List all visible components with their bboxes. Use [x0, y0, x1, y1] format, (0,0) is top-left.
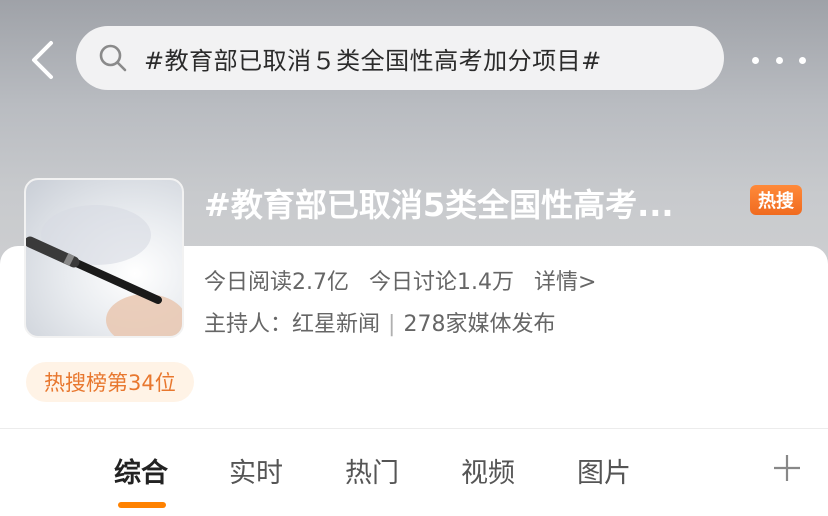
active-tab-indicator [118, 502, 166, 508]
more-horizontal-icon [799, 56, 806, 64]
more-button[interactable] [752, 46, 806, 74]
back-button[interactable] [22, 38, 62, 82]
hot-search-badge: 热搜 [750, 185, 802, 215]
add-tab-button[interactable] [770, 451, 804, 485]
tab-popular[interactable]: 热门 [345, 451, 399, 490]
search-query-text: #教育部已取消５类全国性高考加分项目# [144, 46, 602, 75]
tab-bar: 综合 实时 热门 视频 图片 [0, 429, 828, 516]
tab-images[interactable]: 图片 [577, 451, 631, 490]
more-horizontal-icon [775, 56, 783, 64]
topic-host-line: 主持人：红星新闻 | 278家媒体发布 [204, 306, 555, 338]
more-horizontal-icon [752, 56, 759, 64]
tab-realtime[interactable]: 实时 [229, 451, 283, 490]
host-label: 主持人： [204, 312, 293, 337]
hot-rank-tag[interactable]: 热搜榜第34位 [26, 362, 194, 402]
separator: | [388, 312, 396, 337]
discuss-count: 今日讨论1.4万 [369, 270, 514, 295]
tab-comprehensive[interactable]: 综合 [114, 451, 168, 490]
tab-video[interactable]: 视频 [461, 451, 515, 490]
chevron-left-icon [32, 41, 53, 79]
details-link[interactable]: 详情> [534, 264, 596, 296]
host-name[interactable]: 红星新闻 [292, 312, 380, 337]
search-bar[interactable]: #教育部已取消５类全国性高考加分项目# [76, 26, 724, 90]
topic-title: #教育部已取消5类全国性高考... [204, 186, 674, 224]
topic-stats: 今日阅读2.7亿 今日讨论1.4万 详情> [204, 264, 596, 296]
media-count: 278家媒体发布 [403, 312, 556, 337]
read-count: 今日阅读2.7亿 [204, 270, 349, 295]
plus-icon [774, 455, 800, 481]
search-icon [96, 41, 130, 75]
topic-thumbnail[interactable] [24, 178, 184, 338]
